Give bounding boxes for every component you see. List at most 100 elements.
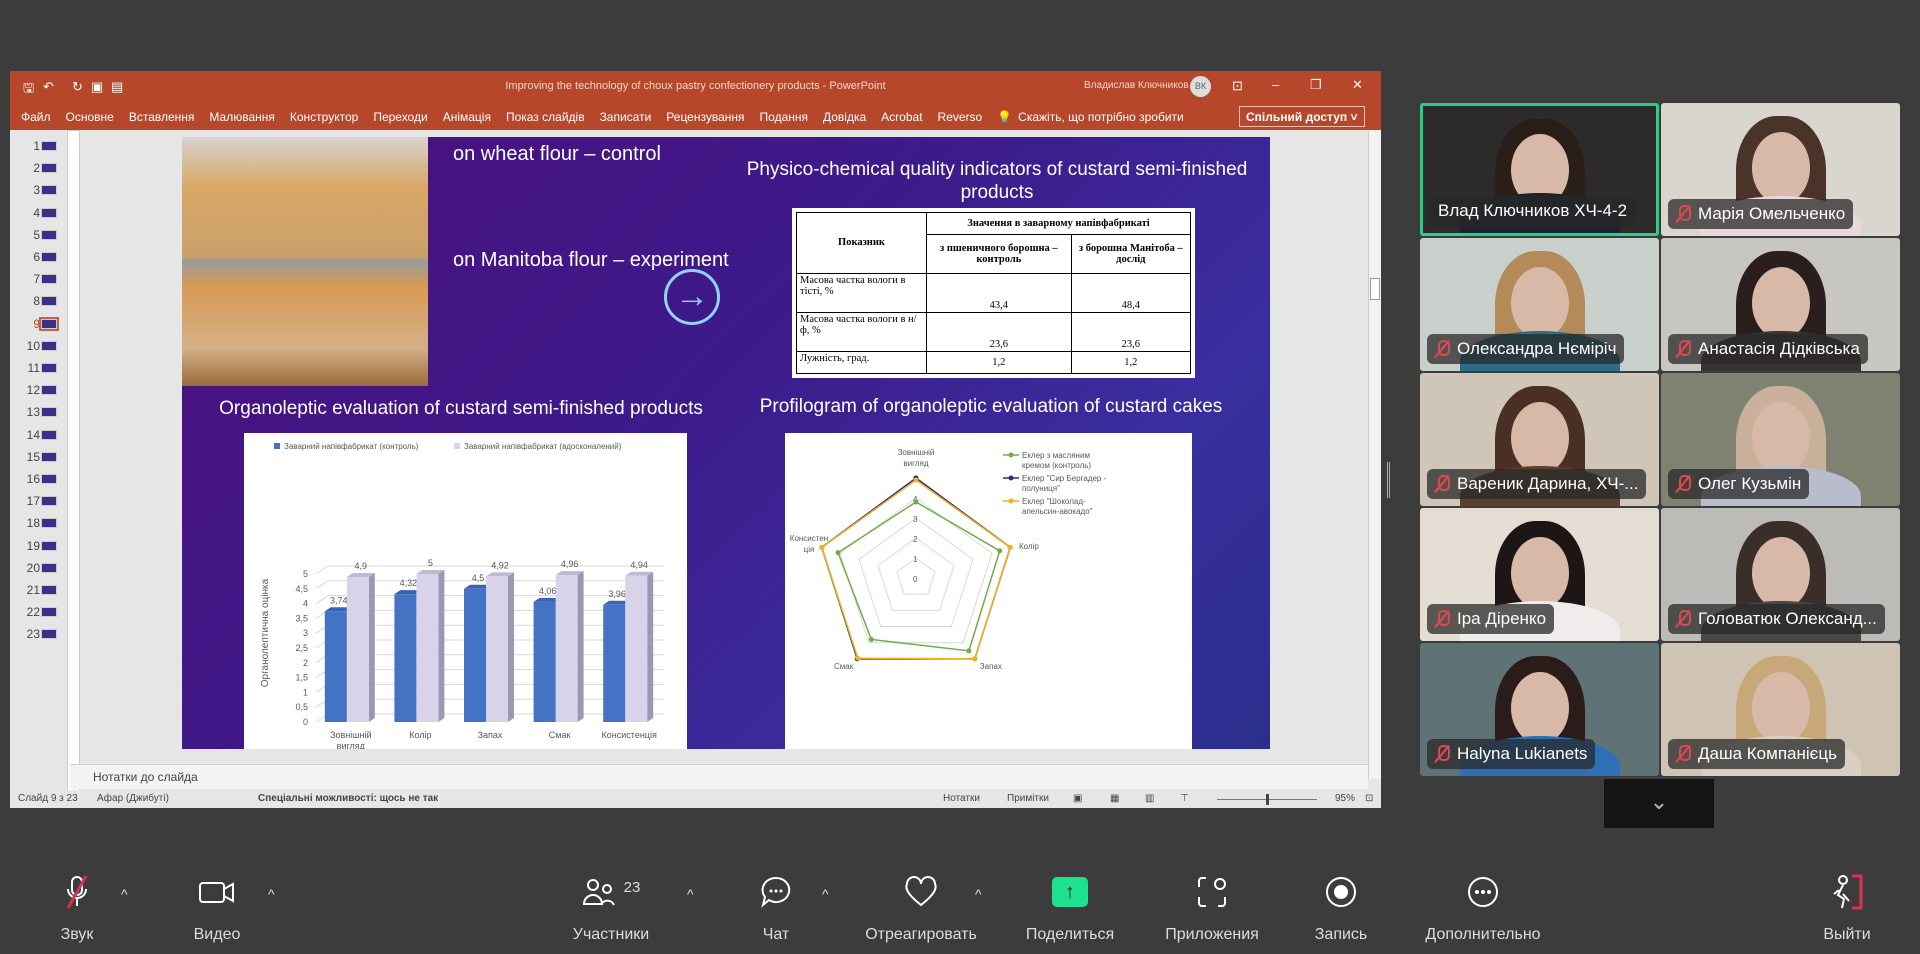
- participant-name-tag: Олександра Нєміріч: [1427, 334, 1625, 364]
- slide-sorter-icon[interactable]: ▦: [1110, 793, 1119, 804]
- avatar[interactable]: ВК: [1190, 76, 1211, 97]
- y-tick-label: 1,5: [295, 673, 308, 683]
- data-label: 4,06: [539, 586, 557, 596]
- record-button[interactable]: Запись: [1271, 872, 1411, 944]
- zoom-level[interactable]: 95%: [1335, 793, 1355, 804]
- quality-table: Показник Значення в заварному напівфабрик…: [792, 208, 1195, 378]
- comments-button[interactable]: Примітки: [1007, 793, 1049, 804]
- gridline-depth: [315, 565, 329, 575]
- participants-icon: [582, 879, 615, 906]
- apps-button[interactable]: Приложения: [1142, 872, 1282, 944]
- notes-button[interactable]: Нотатки: [943, 793, 980, 804]
- tab-insert[interactable]: Вставлення: [129, 110, 195, 124]
- zoom-slider[interactable]: [1217, 794, 1317, 805]
- radar-point: [997, 548, 1003, 554]
- participants-button[interactable]: 23 Участники: [541, 872, 681, 944]
- gallery-next-button[interactable]: ⌄: [1604, 779, 1714, 828]
- normal-view-icon[interactable]: ▣: [1073, 793, 1082, 804]
- share-label: Спільний доступ: [1246, 110, 1348, 124]
- participant-tile[interactable]: Halyna Lukianets: [1420, 643, 1659, 776]
- slide-number: 18: [26, 516, 40, 531]
- participant-tile[interactable]: Головатюк Олександ...: [1661, 508, 1900, 641]
- y-axis-label: Органолептична оцінка: [260, 578, 271, 687]
- gridline-depth: [315, 595, 329, 605]
- ribbon-display-icon[interactable]: ⊡: [1232, 78, 1243, 94]
- video-options-caret[interactable]: ^: [268, 886, 275, 902]
- record-icon: [1271, 872, 1411, 912]
- tell-me-search[interactable]: Скажіть, що потрібно зробити: [1018, 110, 1184, 124]
- axis-label: Смак: [834, 662, 854, 671]
- participant-tile[interactable]: Даша Компанієць: [1661, 643, 1900, 776]
- react-options-caret[interactable]: ^: [975, 886, 982, 902]
- slide-preview: [41, 518, 57, 529]
- tab-record[interactable]: Записати: [600, 110, 652, 124]
- bar-side: [577, 571, 584, 722]
- thumbnails-scrollbar[interactable]: [67, 130, 80, 791]
- bar-side: [508, 572, 514, 722]
- participant-tile[interactable]: Вареник Дарина, ХЧ-...: [1420, 373, 1659, 506]
- video-feed-face: [1510, 672, 1569, 745]
- chat-options-caret[interactable]: ^: [822, 886, 829, 902]
- more-icon: [1413, 872, 1553, 912]
- share-button[interactable]: Спільний доступ ˅: [1239, 106, 1365, 127]
- chat-label: Чат: [762, 926, 790, 943]
- participant-tile[interactable]: Олександра Нєміріч: [1420, 238, 1659, 371]
- tab-draw[interactable]: Малювання: [209, 110, 274, 124]
- maximize-icon[interactable]: ❐: [1310, 77, 1322, 93]
- audio-options-caret[interactable]: ^: [121, 886, 128, 902]
- participants-options-caret[interactable]: ^: [687, 886, 694, 902]
- zoom-slider-thumb[interactable]: [1266, 794, 1269, 805]
- participant-tile[interactable]: Олег Кузьмін: [1661, 373, 1900, 506]
- participant-name-tag: Halyna Lukianets: [1427, 739, 1596, 769]
- reading-view-icon[interactable]: ▥: [1145, 793, 1154, 804]
- slide-preview: [41, 141, 57, 151]
- mic-muted-icon: [1676, 475, 1691, 493]
- splitter-handle[interactable]: [1387, 462, 1390, 498]
- leave-button[interactable]: Выйти: [1777, 872, 1917, 944]
- slide-preview: [41, 607, 57, 618]
- mic-muted-icon: [1435, 610, 1450, 628]
- tab-slideshow[interactable]: Показ слайдів: [506, 110, 585, 124]
- more-button[interactable]: Дополнительно: [1413, 872, 1553, 944]
- slide-preview: [41, 185, 57, 196]
- tab-transitions[interactable]: Переходи: [373, 110, 427, 124]
- slide-number: 9: [33, 316, 40, 331]
- slideshow-view-icon[interactable]: ⊤: [1180, 793, 1189, 804]
- fit-slide-icon[interactable]: ⊡: [1365, 793, 1373, 804]
- tab-acrobat[interactable]: Acrobat: [881, 110, 922, 124]
- tab-review[interactable]: Рецензування: [666, 110, 744, 124]
- y-tick-label: 3,5: [295, 613, 308, 623]
- chat-button[interactable]: Чат: [706, 872, 846, 944]
- data-label: 4,96: [561, 559, 579, 569]
- minimize-icon[interactable]: –: [1272, 77, 1279, 92]
- video-button[interactable]: Видео: [147, 872, 287, 944]
- scrollbar-thumb[interactable]: [1370, 278, 1380, 300]
- axis-label: Колір: [1019, 542, 1039, 551]
- tab-design[interactable]: Конструктор: [290, 110, 358, 124]
- tab-help[interactable]: Довідка: [823, 110, 866, 124]
- audio-button[interactable]: Звук: [7, 872, 147, 944]
- axis-label: Запах: [980, 662, 1002, 671]
- accessibility-status[interactable]: Спеціальні можливості: щось не так: [258, 793, 438, 804]
- radar-chart: 012345ЗовнішнійвиглядКолірЗапахСмакКонси…: [785, 433, 1192, 749]
- notes-pane[interactable]: Нотатки до слайда: [70, 764, 1368, 789]
- legend-label: Заварний напівфабрикат (контроль): [284, 442, 419, 451]
- participant-tile[interactable]: Анастасія Дідківська: [1661, 238, 1900, 371]
- participant-name-tag: Даша Компанієць: [1668, 739, 1845, 769]
- share-screen-button[interactable]: ↑ Поделиться: [1000, 872, 1140, 944]
- participant-tile[interactable]: Іра Діренко: [1420, 508, 1659, 641]
- slide-number: 7: [33, 272, 40, 287]
- bar: [416, 574, 439, 722]
- participant-tile[interactable]: Марія Омельченко: [1661, 103, 1900, 236]
- language-status[interactable]: Афар (Джибуті): [97, 793, 169, 804]
- tab-animations[interactable]: Анімація: [443, 110, 491, 124]
- y-tick-label: 5: [303, 569, 308, 579]
- tab-view[interactable]: Подання: [760, 110, 808, 124]
- tab-file[interactable]: Файл: [21, 110, 51, 124]
- close-icon[interactable]: ✕: [1352, 77, 1363, 93]
- tab-reverso[interactable]: Reverso: [938, 110, 983, 124]
- tab-home[interactable]: Основне: [66, 110, 114, 124]
- react-button[interactable]: Отреагировать: [851, 872, 991, 944]
- participant-tile[interactable]: Влад Ключников ХЧ-4-2: [1420, 103, 1659, 236]
- slide-scrollbar[interactable]: [1368, 131, 1381, 779]
